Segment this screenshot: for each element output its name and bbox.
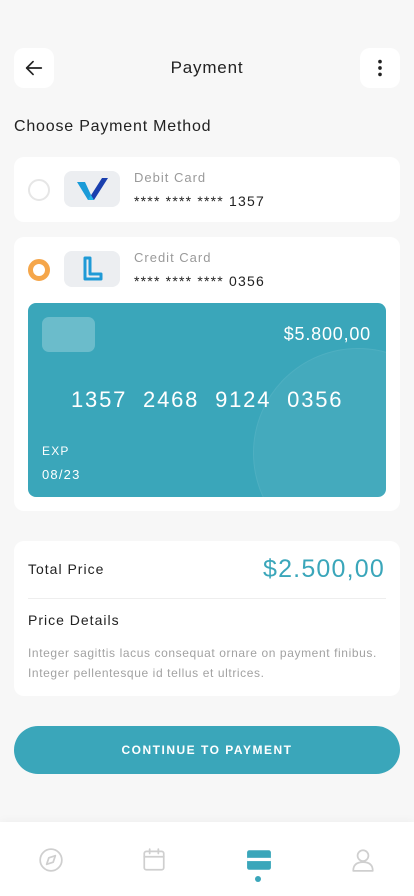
l-logo-icon <box>83 256 103 281</box>
total-price-label: Total Price <box>28 561 105 577</box>
card-icon <box>247 850 271 870</box>
nav-explore[interactable] <box>37 846 65 874</box>
nav-calendar[interactable] <box>140 846 168 874</box>
masked-card-number: **** **** **** 1357 <box>134 193 265 209</box>
more-options-button[interactable] <box>360 48 400 88</box>
v-logo-icon <box>77 178 108 200</box>
bottom-nav <box>0 822 414 896</box>
payment-method-debit[interactable]: Debit Card **** **** **** 1357 <box>14 157 400 222</box>
exp-value: 08/23 <box>42 467 81 482</box>
total-price-value: $2.500,00 <box>262 555 385 583</box>
price-details-text: Integer sagittis lacus consequat ornare … <box>28 646 377 680</box>
page-title: Payment <box>170 58 244 77</box>
user-icon <box>352 849 374 872</box>
credit-logo <box>64 251 120 287</box>
section-title: Choose Payment Method <box>14 118 212 135</box>
payment-method-credit[interactable]: Credit Card **** **** **** 0356 $5.800,0… <box>14 237 400 511</box>
divider <box>28 598 386 599</box>
active-indicator <box>255 876 261 882</box>
back-button[interactable] <box>14 48 54 88</box>
masked-card-number: **** **** **** 0356 <box>134 273 265 289</box>
method-type-label: Credit Card <box>134 250 212 265</box>
card-decoration <box>253 348 386 497</box>
calendar-icon <box>143 848 165 871</box>
compass-icon <box>39 848 63 872</box>
radio-credit[interactable] <box>28 259 50 281</box>
total-price-panel: Total Price $2.500,00 Price Details Inte… <box>14 541 400 696</box>
card-balance: $5.800,00 <box>283 324 371 344</box>
price-details-label: Price Details <box>28 612 120 628</box>
nav-profile[interactable] <box>349 846 377 874</box>
radio-debit[interactable] <box>28 179 50 201</box>
exp-label: EXP <box>42 444 70 458</box>
debit-logo <box>64 171 120 207</box>
card-number: 1357 2468 9124 0356 <box>71 387 344 412</box>
card-chip <box>42 317 95 352</box>
continue-to-payment-button[interactable]: CONTINUE TO PAYMENT <box>14 726 400 774</box>
method-type-label: Debit Card <box>134 170 207 185</box>
nav-payment[interactable] <box>245 846 273 874</box>
credit-card-visual: $5.800,00 1357 2468 9124 0356 EXP 08/23 <box>28 303 386 497</box>
more-vertical-icon <box>378 59 382 77</box>
arrow-left-icon <box>25 60 43 76</box>
header: Payment <box>14 48 400 88</box>
